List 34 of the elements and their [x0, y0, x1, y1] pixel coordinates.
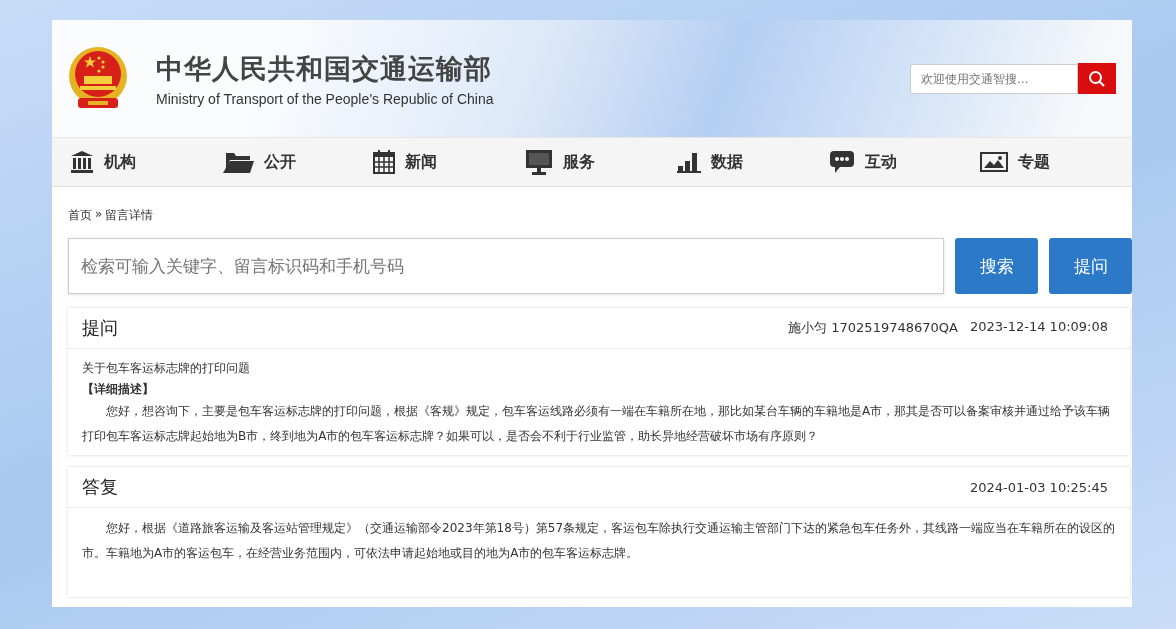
nav-item[interactable]: 服务 [525, 149, 677, 175]
nav-item[interactable]: 公开 [221, 151, 374, 173]
timestamp: 2024-01-03 10:25:45 [969, 479, 1108, 495]
timestamp: 2023-12-14 10:09:08 [969, 319, 1108, 336]
question-subject: 关于包车客运标志牌的打印问题 [82, 360, 251, 377]
building-icon [70, 150, 94, 174]
ask-button[interactable]: 提问 [1049, 238, 1132, 294]
breadcrumb-link[interactable]: 首页 [68, 207, 92, 224]
search-button[interactable]: 搜索 [955, 238, 1039, 294]
search-button[interactable] [1078, 63, 1116, 94]
author-id: 施小匀 1702519748670QA [788, 319, 958, 337]
site-search-field[interactable]: 欢迎使用交通智搜... [910, 63, 1078, 94]
folder-icon [221, 151, 254, 173]
breadcrumb-separator: » [95, 207, 103, 223]
search-icon [1088, 69, 1106, 88]
question-text: 您好，想咨询下，主要是包车客运标志牌的打印问题，根据《客规》规定，包车客运线路必须有一端在车籍所在地，那比如某台车辆的车籍地是A市，那其是否可以备案审核并通过给予该车辆打印包车客运标志牌起始地为B市，终到地为A市的包车客运标志牌？如果可以，是否会不利于行业监管，助长异地经营破坏市场有序原则？ [82, 403, 1112, 445]
picture-icon [980, 152, 1009, 172]
monitor-icon [525, 149, 554, 175]
nav-item[interactable]: 数据 [676, 151, 829, 173]
chat-bubble-icon [828, 150, 855, 174]
bar-chart-icon [676, 151, 701, 173]
detail-label: 【详细描述】 [82, 381, 155, 398]
section-heading: 提问 [82, 316, 118, 340]
answer-text: 您好，根据《道路旅客运输及客运站管理规定》（交通运输部令2023年第18号）第57条规定，客运包车除执行交通运输主管部门下达的紧急包车任务外，其线路一端应当在车籍所在的设区的市。车籍地为A市的客运包车，在经营业务范围内，可依法申请起始地或目的地为A市的包车客运标志牌。 [82, 520, 1116, 562]
nav-item[interactable]: 新闻 [373, 150, 526, 174]
nav-item[interactable]: 专题 [980, 151, 1132, 173]
section-heading: 答复 [82, 475, 118, 499]
nav-item[interactable]: 机构 [70, 150, 222, 174]
calendar-icon [373, 150, 396, 174]
breadcrumb-current: 留言详情 [105, 207, 154, 224]
site-subtitle: Ministry of Transport of the People’s Republic of China [156, 90, 495, 107]
message-search-field[interactable]: 检索可输入关键字、留言标识码和手机号码 [68, 238, 945, 294]
nav-item[interactable]: 互动 [828, 150, 981, 174]
site-title: 中华人民共和国交通运输部 [156, 51, 493, 86]
